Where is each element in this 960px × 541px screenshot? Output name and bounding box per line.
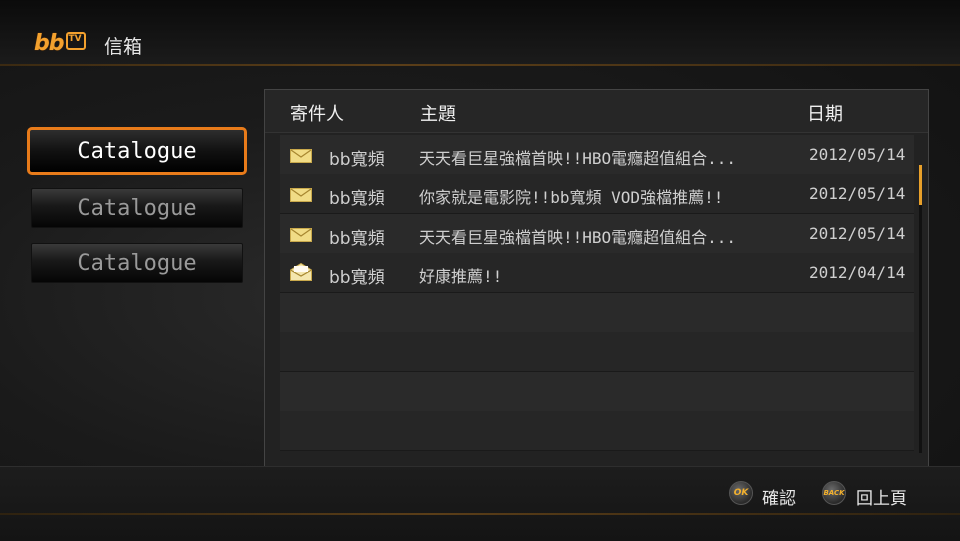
mail-row[interactable]: bb寬頻 你家就是電影院!!bb寬頻 VOD強檔推薦!! 2012/05/14 <box>280 174 914 214</box>
back-key-icon[interactable]: BACK <box>822 481 846 505</box>
mail-subject: 好康推薦!! <box>419 267 503 286</box>
mail-sender: bb寬頻 <box>329 268 385 288</box>
mail-row[interactable]: bb寬頻 天天看巨星強檔首映!!HBO電癮超值組合... 2012/05/14 <box>280 214 914 254</box>
mail-date: 2012/05/14 <box>809 184 906 203</box>
mail-sender: bb寬頻 <box>329 229 385 249</box>
column-header-sender: 寄件人 <box>290 104 344 125</box>
mail-subject: 天天看巨星強檔首映!!HBO電癮超值組合... <box>419 149 737 168</box>
mail-list-panel: 寄件人 主題 日期 bb寬頻 天天看巨星強檔首映!!HBO電癮超值組合... 2… <box>264 89 929 467</box>
mail-subject: 天天看巨星強檔首映!!HBO電癮超值組合... <box>419 228 737 247</box>
mail-date: 2012/04/14 <box>809 263 906 282</box>
ok-key-icon[interactable]: OK <box>729 481 753 505</box>
catalogue-button-3[interactable]: Catalogue <box>31 243 243 283</box>
envelope-closed-icon <box>290 149 312 163</box>
mail-date: 2012/05/14 <box>809 145 906 164</box>
page-title: 信箱 <box>104 36 143 58</box>
envelope-closed-icon <box>290 228 312 242</box>
logo-text: bb <box>34 30 64 56</box>
mail-sender: bb寬頻 <box>329 150 385 170</box>
mail-row[interactable]: bb寬頻 天天看巨星強檔首映!!HBO電癮超值組合... 2012/05/14 <box>280 135 914 175</box>
scroll-thumb[interactable] <box>919 165 922 205</box>
empty-row <box>280 411 914 451</box>
mail-sender: bb寬頻 <box>329 189 385 209</box>
mail-list-header: 寄件人 主題 日期 <box>265 90 928 133</box>
footer-divider <box>0 513 960 515</box>
tv-icon <box>65 32 86 50</box>
empty-row <box>280 372 914 412</box>
header-bar: bb 信箱 <box>0 0 960 65</box>
mail-date: 2012/05/14 <box>809 224 906 243</box>
envelope-open-icon <box>290 263 312 281</box>
catalogue-button-2[interactable]: Catalogue <box>31 188 243 228</box>
back-label: 回上頁 <box>856 489 907 509</box>
footer-bar <box>0 466 960 541</box>
mail-subject: 你家就是電影院!!bb寬頻 VOD強檔推薦!! <box>419 188 724 207</box>
mail-row[interactable]: bb寬頻 好康推薦!! 2012/04/14 <box>280 253 914 293</box>
column-header-subject: 主題 <box>420 104 456 125</box>
scrollbar[interactable] <box>919 165 922 453</box>
ok-label: 確認 <box>762 489 796 509</box>
empty-row <box>280 332 914 372</box>
envelope-closed-icon <box>290 188 312 202</box>
catalogue-button-1[interactable]: Catalogue <box>27 127 247 175</box>
bbtv-logo: bb <box>34 30 86 56</box>
empty-row <box>280 293 914 333</box>
header-divider <box>0 64 960 66</box>
column-header-date: 日期 <box>807 104 843 125</box>
